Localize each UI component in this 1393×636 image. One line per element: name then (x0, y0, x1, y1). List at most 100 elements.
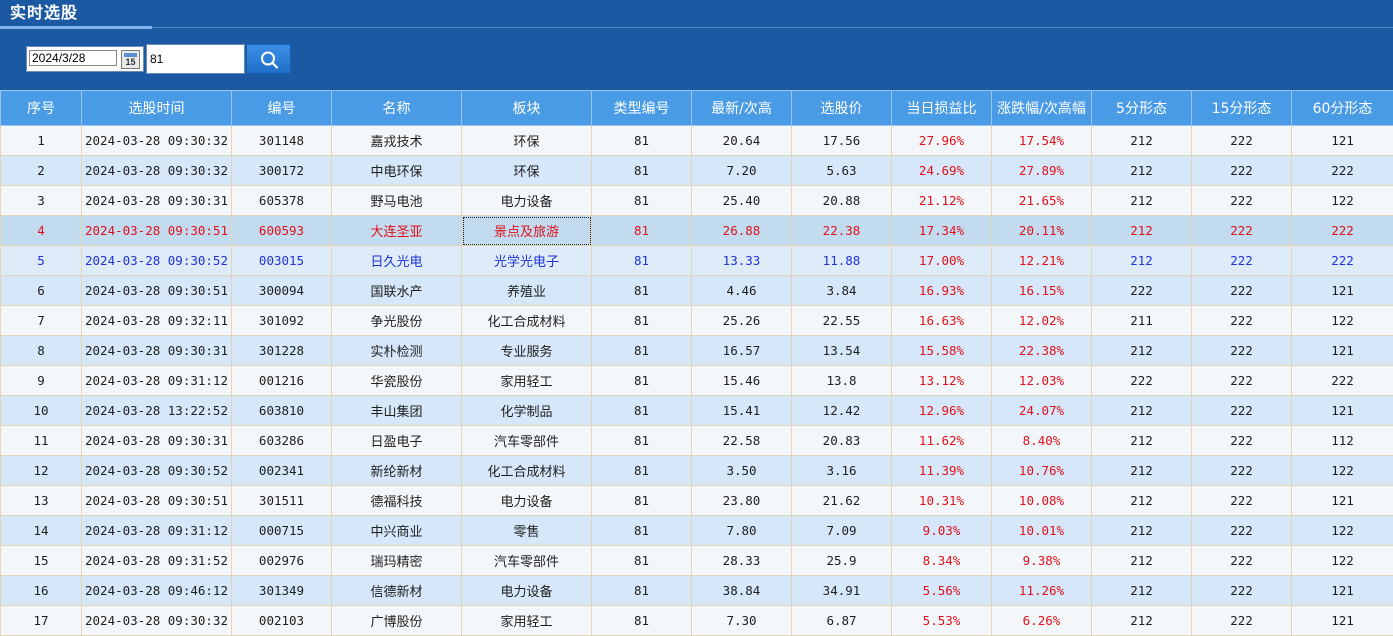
table-row[interactable]: 9 2024-03-28 09:31:12 001216 华瓷股份 家用轻工 81 15.4… (0, 365, 1393, 396)
table-cell[interactable]: 222 (1191, 365, 1292, 396)
table-cell[interactable]: 81 (591, 425, 692, 456)
table-cell[interactable]: 301349 (231, 575, 332, 606)
table-cell[interactable]: 20.11% (991, 215, 1092, 246)
table-cell[interactable]: 13.12% (891, 365, 992, 396)
table-cell[interactable]: 11 (0, 425, 82, 456)
table-cell[interactable]: 华瓷股份 (331, 365, 462, 396)
table-cell[interactable]: 81 (591, 575, 692, 606)
table-cell[interactable]: 81 (591, 395, 692, 426)
table-cell[interactable]: 301228 (231, 335, 332, 366)
table-cell[interactable]: 12.42 (791, 395, 892, 426)
table-cell[interactable]: 零售 (461, 515, 592, 546)
table-cell[interactable]: 222 (1091, 275, 1192, 306)
table-cell[interactable]: 瑞玛精密 (331, 545, 462, 576)
table-cell[interactable]: 22.38 (791, 215, 892, 246)
table-cell[interactable]: 222 (1191, 575, 1292, 606)
table-cell[interactable]: 301511 (231, 485, 332, 516)
table-cell[interactable]: 7.30 (691, 605, 792, 636)
table-cell[interactable]: 11.88 (791, 245, 892, 276)
table-cell[interactable]: 122 (1291, 515, 1393, 546)
table-cell[interactable]: 25.9 (791, 545, 892, 576)
table-cell[interactable]: 122 (1291, 455, 1393, 486)
table-cell[interactable]: 81 (591, 215, 692, 246)
table-row[interactable]: 12 2024-03-28 09:30:52 002341 新纶新材 化工合成材料 81 3… (0, 455, 1393, 486)
table-cell[interactable]: 17.34% (891, 215, 992, 246)
table-row[interactable]: 3 2024-03-28 09:30:31 605378 野马电池 电力设备 81 25.4… (0, 185, 1393, 216)
table-cell[interactable]: 122 (1291, 545, 1393, 576)
column-header-10[interactable]: 5分形态 (1091, 90, 1192, 126)
table-cell[interactable]: 222 (1291, 215, 1393, 246)
table-cell[interactable]: 7 (0, 305, 82, 336)
table-cell[interactable]: 212 (1091, 545, 1192, 576)
table-cell[interactable]: 24.69% (891, 155, 992, 186)
table-cell[interactable]: 大连圣亚 (331, 215, 462, 246)
table-cell[interactable]: 10.76% (991, 455, 1092, 486)
table-row[interactable]: 6 2024-03-28 09:30:51 300094 国联水产 养殖业 81 4.46 3… (0, 275, 1393, 306)
table-cell[interactable]: 23.80 (691, 485, 792, 516)
table-cell[interactable]: 81 (591, 455, 692, 486)
table-cell[interactable]: 11.39% (891, 455, 992, 486)
table-cell[interactable]: 112 (1291, 425, 1393, 456)
table-cell[interactable]: 603286 (231, 425, 332, 456)
table-cell[interactable]: 22.58 (691, 425, 792, 456)
table-cell[interactable]: 222 (1191, 605, 1292, 636)
table-cell[interactable]: 15.41 (691, 395, 792, 426)
table-cell[interactable]: 38.84 (691, 575, 792, 606)
table-cell[interactable]: 222 (1191, 455, 1292, 486)
table-cell[interactable]: 17.00% (891, 245, 992, 276)
table-cell[interactable]: 17.56 (791, 125, 892, 156)
table-row[interactable]: 1 2024-03-28 09:30:32 301148 嘉戎技术 环保 81 20.64 1… (0, 125, 1393, 156)
table-cell[interactable]: 001216 (231, 365, 332, 396)
table-cell[interactable]: 2024-03-28 09:31:12 (81, 515, 232, 546)
table-cell[interactable]: 222 (1191, 275, 1292, 306)
table-cell[interactable]: 16.93% (891, 275, 992, 306)
table-cell[interactable]: 002341 (231, 455, 332, 486)
table-cell[interactable]: 21.12% (891, 185, 992, 216)
table-cell[interactable]: 家用轻工 (461, 605, 592, 636)
column-header-0[interactable]: 序号 (0, 90, 82, 126)
table-cell[interactable]: 81 (591, 125, 692, 156)
table-cell[interactable]: 222 (1191, 485, 1292, 516)
table-cell[interactable]: 电力设备 (461, 575, 592, 606)
table-cell[interactable]: 13.8 (791, 365, 892, 396)
table-cell[interactable]: 2024-03-28 09:31:52 (81, 545, 232, 576)
table-cell[interactable]: 222 (1191, 185, 1292, 216)
table-cell[interactable]: 600593 (231, 215, 332, 246)
table-cell[interactable]: 211 (1091, 305, 1192, 336)
table-cell[interactable]: 212 (1091, 515, 1192, 546)
table-cell[interactable]: 122 (1291, 185, 1393, 216)
table-cell[interactable]: 16.15% (991, 275, 1092, 306)
table-cell[interactable]: 实朴检测 (331, 335, 462, 366)
table-cell[interactable]: 81 (591, 245, 692, 276)
table-cell[interactable]: 5.56% (891, 575, 992, 606)
table-cell[interactable]: 222 (1191, 335, 1292, 366)
table-cell[interactable]: 17.54% (991, 125, 1092, 156)
table-cell[interactable]: 81 (591, 275, 692, 306)
table-cell[interactable]: 605378 (231, 185, 332, 216)
table-cell[interactable]: 22.38% (991, 335, 1092, 366)
table-cell[interactable]: 222 (1191, 215, 1292, 246)
table-cell[interactable]: 汽车零部件 (461, 545, 592, 576)
table-cell[interactable]: 212 (1091, 485, 1192, 516)
column-header-6[interactable]: 最新/次高 (691, 90, 792, 126)
table-cell[interactable]: 122 (1291, 305, 1393, 336)
table-row[interactable]: 15 2024-03-28 09:31:52 002976 瑞玛精密 汽车零部件 81 28… (0, 545, 1393, 576)
table-cell[interactable]: 15 (0, 545, 82, 576)
table-cell[interactable]: 野马电池 (331, 185, 462, 216)
table-cell[interactable]: 3.16 (791, 455, 892, 486)
table-cell[interactable]: 2024-03-28 09:30:51 (81, 215, 232, 246)
results-table-container[interactable]: 序号 选股时间 编号 名称 板块 类型编号 最新/次高 选股价 当日损益比 涨跌幅/次高幅 5分形态… (0, 90, 1393, 636)
table-cell[interactable]: 222 (1191, 425, 1292, 456)
table-cell[interactable]: 嘉戎技术 (331, 125, 462, 156)
table-cell[interactable]: 11.62% (891, 425, 992, 456)
table-cell[interactable]: 002103 (231, 605, 332, 636)
table-cell[interactable]: 28.33 (691, 545, 792, 576)
table-cell[interactable]: 212 (1091, 185, 1192, 216)
table-cell[interactable]: 301148 (231, 125, 332, 156)
table-cell[interactable]: 81 (591, 185, 692, 216)
table-cell[interactable]: 26.88 (691, 215, 792, 246)
table-cell[interactable]: 16.57 (691, 335, 792, 366)
table-cell[interactable]: 国联水产 (331, 275, 462, 306)
table-cell[interactable]: 222 (1291, 245, 1393, 276)
table-row[interactable]: 11 2024-03-28 09:30:31 603286 日盈电子 汽车零部件 81 22… (0, 425, 1393, 456)
